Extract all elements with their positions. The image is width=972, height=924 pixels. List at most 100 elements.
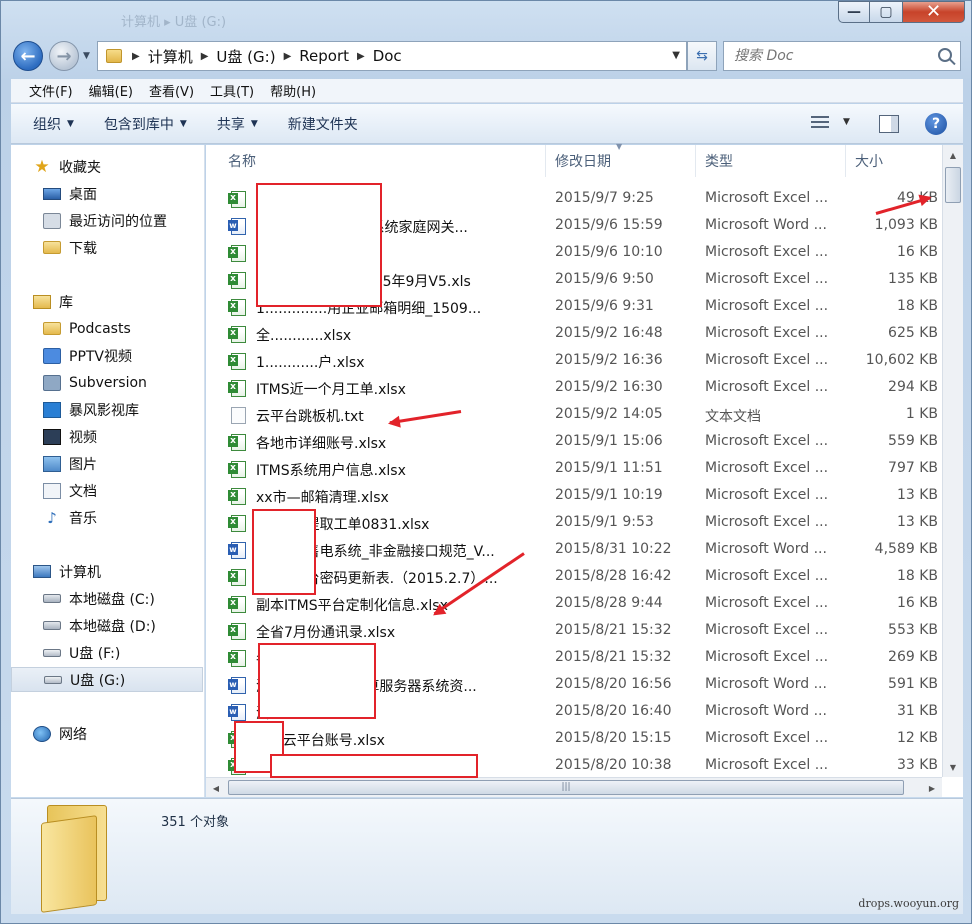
help-icon[interactable]: ? [925,113,947,135]
nav-libraries[interactable]: 库 [33,289,225,314]
file-row[interactable]: ......云平台账号.xlsx 2015/8/20 15:15 Microsoft… [206,726,942,753]
search-box[interactable] [723,41,961,71]
forward-button[interactable]: → [49,41,79,71]
menu-tools[interactable]: 工具(T) [210,81,254,100]
breadcrumb-computer[interactable]: 计算机 [148,46,193,67]
horizontal-scrollbar[interactable]: ◀ ||| ▶ [206,777,942,797]
menu-view[interactable]: 查看(V) [149,81,194,100]
file-date: 2015/8/28 9:44 [555,595,663,611]
file-row[interactable]: 副本ITMS平台定制化信息.xlsx 2015/8/28 9:44 Microsof… [206,591,942,618]
scroll-left-icon[interactable]: ◀ [206,778,226,798]
scroll-down-icon[interactable]: ▼ [943,757,963,777]
refresh-button[interactable]: ⇆ [687,41,717,71]
search-input[interactable] [734,48,914,64]
file-size: 1 KB [905,406,938,422]
breadcrumb-drive[interactable]: U盘 (G:) [216,46,275,67]
excel-file-icon [228,515,246,532]
address-dropdown-icon[interactable]: ▼ [672,50,680,61]
preview-pane-icon[interactable] [879,115,899,133]
desktop-icon [43,187,61,200]
breadcrumb-doc[interactable]: Doc [373,47,402,65]
navigation-pane: ★ 收藏夹 桌面 最近访问的位置 下载 库 Podcasts PPTV视频 Sub… [11,145,205,797]
search-icon[interactable] [938,48,952,62]
new-folder-button[interactable]: 新建文件夹 [288,114,358,134]
nav-drive-g[interactable]: U盘 (G:) [11,667,203,692]
file-row[interactable]: xx市—邮箱清理.xlsx 2015/9/1 10:19 Microsoft Exc… [206,483,942,510]
music-icon: ♪ [47,508,57,527]
file-type: Microsoft Excel ... [705,460,829,476]
menu-bar: 文件(F) 编辑(E) 查看(V) 工具(T) 帮助(H) [11,79,963,103]
chevron-right-icon[interactable]: ▶ [357,51,365,62]
file-row[interactable]: ITMS系统用户信息.xlsx 2015/9/1 11:51 Microsoft E… [206,456,942,483]
scroll-up-icon[interactable]: ▲ [943,145,963,165]
file-size: 135 KB [888,271,938,287]
chevron-down-icon: ▼ [179,118,187,129]
file-row[interactable]: 1............户.xlsx 2015/9/2 16:36 Microso… [206,348,942,375]
excel-file-icon [228,461,246,478]
word-file-icon [228,677,246,694]
nav-favorites[interactable]: ★ 收藏夹 [33,154,225,179]
include-label: 包含到库中 [103,116,174,133]
nav-label: 桌面 [69,186,97,203]
file-size: 559 KB [888,433,938,449]
vertical-scroll-thumb[interactable] [945,167,961,203]
maximize-button[interactable]: ▢ [870,1,903,23]
file-date: 2015/9/2 16:36 [555,352,663,368]
file-size: 294 KB [888,379,938,395]
column-header-name[interactable]: 名称 [206,145,546,177]
navigation-row: ← → ▼ ▶ 计算机 ▶ U盘 (G:) ▶ Report ▶ Doc ▼ ⇆ [1,37,971,77]
menu-file[interactable]: 文件(F) [29,81,73,100]
menu-help[interactable]: 帮助(H) [270,81,316,100]
nav-computer[interactable]: 计算机 [33,559,225,584]
scroll-right-icon[interactable]: ▶ [922,778,942,798]
excel-file-icon [228,326,246,343]
minimize-button[interactable]: — [838,1,870,23]
excel-file-icon [228,272,246,289]
history-dropdown-icon[interactable]: ▼ [83,51,90,61]
view-dropdown-icon[interactable]: ▼ [843,117,850,127]
file-row[interactable]: ........平台密码更新表.（2015.2.7）...2015/8/28 1… [206,564,942,591]
organize-button[interactable]: 组织 ▼ [33,114,74,134]
address-bar[interactable]: ▶ 计算机 ▶ U盘 (G:) ▶ Report ▶ Doc ▼ [97,41,687,71]
view-options-icon[interactable] [811,116,829,132]
share-label: 共享 [216,116,245,133]
nav-network[interactable]: 网络 [33,721,225,746]
breadcrumb-report[interactable]: Report [299,47,349,65]
file-row[interactable]: 全省7月份通讯录.xlsx 2015/8/21 15:32 Microsoft Ex… [206,618,942,645]
nav-label: Podcasts [69,320,131,337]
item-count: 351 个对象 [161,815,229,830]
menu-edit[interactable]: 编辑(E) [89,81,133,100]
chevron-right-icon[interactable]: ▶ [132,51,140,62]
share-button[interactable]: 共享 ▼ [217,114,258,134]
file-type: Microsoft Excel ... [705,298,829,314]
explorer-window: 计算机 ▸ U盘 (G:) — ▢ ✕ ← → ▼ ▶ 计算机 ▶ U盘 (G:… [0,0,972,924]
include-in-library-button[interactable]: 包含到库中 ▼ [104,114,187,134]
vertical-scrollbar[interactable]: ▲ ▼ [942,145,963,777]
chevron-right-icon[interactable]: ▶ [284,51,292,62]
file-date: 2015/9/1 11:51 [555,460,663,476]
column-header-size[interactable]: 大小 [846,145,942,177]
file-date: 2015/9/6 15:59 [555,217,663,233]
nav-label: 暴风影视库 [69,402,139,419]
folder-icon [43,322,61,335]
file-row[interactable]: 云平台跳板机.txt 2015/9/2 14:05 文本文档 1 KB [206,402,942,429]
horizontal-scroll-thumb[interactable]: ||| [228,780,904,795]
chevron-right-icon[interactable]: ▶ [201,51,209,62]
back-button[interactable]: ← [13,41,43,71]
usb-drive-icon [44,675,62,684]
column-header-type[interactable]: 类型 [696,145,846,177]
word-file-icon [228,218,246,235]
file-row[interactable]: 各地市详细账号.xlsx 2015/9/1 15:06 Microsoft Exce… [206,429,942,456]
file-row[interactable]: ........中售电系统_非金融接口规范_V...2015/8/31 10:2… [206,537,942,564]
file-row[interactable]: 全............xlsx 2015/9/2 16:48 Microsoft… [206,321,942,348]
file-row[interactable]: ........据提取工单0831.xlsx2015/9/1 9:53Micro… [206,510,942,537]
file-date: 2015/9/6 9:50 [555,271,654,287]
word-file-icon [228,704,246,721]
organize-label: 组织 [33,116,61,133]
nav-label: 图片 [69,456,97,473]
nav-label: 音乐 [69,510,97,527]
close-button[interactable]: ✕ [903,1,965,23]
file-date: 2015/8/20 10:38 [555,757,672,773]
file-row[interactable]: ITMS近一个月工单.xlsx 2015/9/2 16:30 Microsoft E… [206,375,942,402]
details-pane: 351 个对象 drops.wooyun.org [11,798,963,914]
